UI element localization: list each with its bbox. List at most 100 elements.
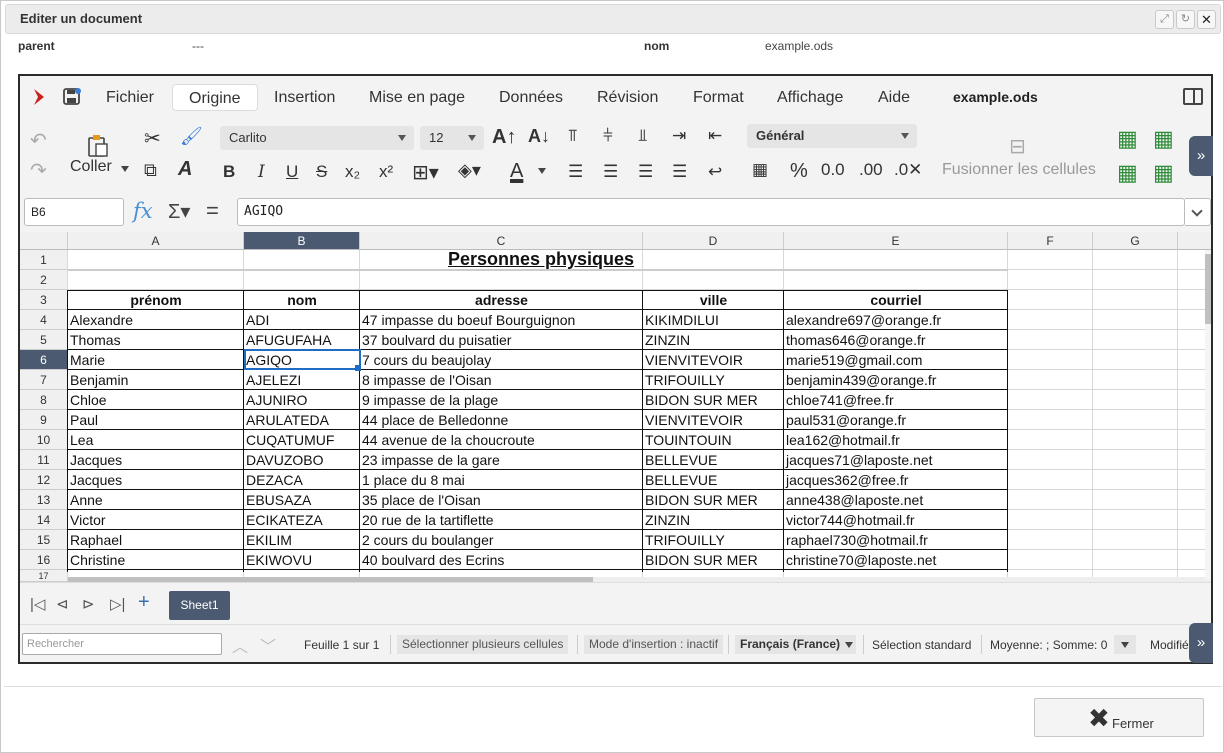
redo-icon[interactable]: ↷ [30,158,47,183]
last-sheet-icon[interactable]: ▷| [110,595,125,613]
table-cell[interactable]: Alexandre [68,310,242,330]
name-box[interactable]: B6 [24,198,124,226]
header-cell-2[interactable]: nom [244,290,360,310]
table-cell[interactable]: 7 cours du beaujolay [360,350,641,370]
align-center-vertical-icon[interactable]: ⫩ [603,126,613,146]
table-cell[interactable]: TRIFOUILLY [643,370,782,390]
table-cell[interactable]: ADI [244,310,358,330]
menu-insertion[interactable]: Insertion [258,84,351,111]
font-color-dropdown-icon[interactable] [538,168,546,174]
table-cell[interactable]: EKIWOVU [244,550,358,570]
refresh-icon[interactable]: ↻ [1176,10,1195,29]
row-header-8[interactable]: 8 [20,390,68,410]
font-color-icon[interactable]: A [510,160,523,183]
table-cell[interactable]: Thomas [68,330,242,350]
row-header-5[interactable]: 5 [20,330,68,350]
table-cell[interactable]: ECIKATEZA [244,510,358,530]
insert-mode-status[interactable]: Mode d'insertion : inactif [584,635,724,654]
add-decimal-icon[interactable]: .00 [859,160,883,180]
column-header-c[interactable]: C [360,232,643,250]
search-input[interactable]: Rechercher [22,633,222,655]
table-cell[interactable]: EKILIM [244,530,358,550]
merge-cells-button[interactable]: Fusionner les cellules [942,161,1096,179]
background-color-icon[interactable]: ◈▾ [458,160,481,181]
row-header-2[interactable]: 2 [20,270,68,290]
first-sheet-icon[interactable]: |◁ [30,595,45,613]
table-cell[interactable]: ZINZIN [643,510,782,530]
search-previous-icon[interactable]: ︿ [232,633,248,657]
row-header-10[interactable]: 10 [20,430,68,450]
table-cell[interactable]: AJELEZI [244,370,358,390]
font-size-select[interactable]: 12 [420,126,484,150]
italic-icon[interactable]: I [258,162,265,182]
clone-formatting-icon[interactable]: 🖌 [180,126,203,147]
table-cell[interactable]: KIKIMDILUI [643,310,782,330]
merge-cells-icon[interactable]: ⊟ [1009,134,1026,159]
table-cell[interactable]: jacques362@free.fr [784,470,1006,490]
table-cell[interactable]: BIDON SUR MER [643,490,782,510]
fermer-button[interactable]: ✖ Fermer [1034,698,1204,737]
row-header-13[interactable]: 13 [20,490,68,510]
table-cell[interactable]: anne438@laposte.net [784,490,1006,510]
formula-input[interactable]: AGIQO [237,198,1185,226]
align-left-icon[interactable]: ☰ [568,162,583,182]
decrease-indent-icon[interactable]: ⇤ [708,126,722,146]
table-cell[interactable]: Victor [68,510,242,530]
align-bottom-icon[interactable]: ⫫ [638,126,648,146]
table-cell[interactable]: DEZACA [244,470,358,490]
column-header-a[interactable]: A [68,232,244,250]
menu-origine[interactable]: Origine [172,84,258,111]
row-header-12[interactable]: 12 [20,470,68,490]
cell-selection-box[interactable] [244,349,361,370]
table-cell[interactable]: 1 place du 8 mai [360,470,641,490]
strikethrough-icon[interactable]: S [316,162,327,182]
column-header-g[interactable]: G [1093,232,1178,250]
table-cell[interactable]: BIDON SUR MER [643,390,782,410]
expand-formula-icon[interactable] [1185,198,1211,226]
justify-icon[interactable]: ☰ [672,162,687,182]
table-cell[interactable]: 44 avenue de la choucroute [360,430,641,450]
save-icon[interactable] [63,88,81,106]
row-header-3[interactable]: 3 [20,290,68,310]
table-cell[interactable]: AJUNIRO [244,390,358,410]
header-cell-5[interactable]: courriel [784,290,1008,310]
table-cell[interactable]: BELLEVUE [643,470,782,490]
vertical-scrollbar[interactable] [1205,250,1211,580]
table-cell[interactable]: ZINZIN [643,330,782,350]
table-cell[interactable]: thomas646@orange.fr [784,330,1006,350]
table-cell[interactable]: 2 cours du boulanger [360,530,641,550]
table-cell[interactable]: Benjamin [68,370,242,390]
table-cell[interactable]: marie519@gmail.com [784,350,1006,370]
row-header-11[interactable]: 11 [20,450,68,470]
table-cell[interactable]: 44 place de Belledonne [360,410,641,430]
shrink-font-icon[interactable]: A↓ [528,126,550,147]
summary-dropdown-icon[interactable] [1114,635,1136,654]
table-cell[interactable]: BELLEVUE [643,450,782,470]
superscript-icon[interactable]: x² [379,162,393,182]
table-cell[interactable]: VIENVITEVOIR [643,410,782,430]
table-cell[interactable]: ARULATEDA [244,410,358,430]
table-cell[interactable]: 23 impasse de la gare [360,450,641,470]
table-cell[interactable]: alexandre697@orange.fr [784,310,1006,330]
table-cell[interactable]: christine70@laposte.net [784,550,1006,570]
function-wizard-icon[interactable]: fx [133,199,153,223]
table-cell[interactable]: Christine [68,550,242,570]
table-cell[interactable]: Chloe [68,390,242,410]
remove-decimal-icon[interactable]: .0✕ [894,160,922,180]
wrap-text-icon[interactable]: ↩ [708,162,722,182]
table-cell[interactable]: Jacques [68,470,242,490]
insert-rows-above-icon[interactable]: ▦ [1117,126,1138,152]
clear-formatting-icon[interactable]: A [178,158,192,181]
fullscreen-icon[interactable]: ⤢ [1155,10,1174,29]
header-cell-3[interactable]: adresse [360,290,643,310]
menu-donnees[interactable]: Données [483,84,579,111]
toolbar-overflow-icon[interactable]: » [1189,136,1213,176]
row-header-17[interactable]: 17 [20,570,68,582]
header-cell-4[interactable]: ville [643,290,784,310]
row-header-6[interactable]: 6 [20,350,68,370]
table-cell[interactable]: Jacques [68,450,242,470]
insert-rows-below-icon[interactable]: ▦ [1153,126,1174,152]
menu-format[interactable]: Format [677,84,760,111]
column-header-f[interactable]: F [1008,232,1093,250]
table-cell[interactable]: 40 boulvard des Ecrins [360,550,641,570]
